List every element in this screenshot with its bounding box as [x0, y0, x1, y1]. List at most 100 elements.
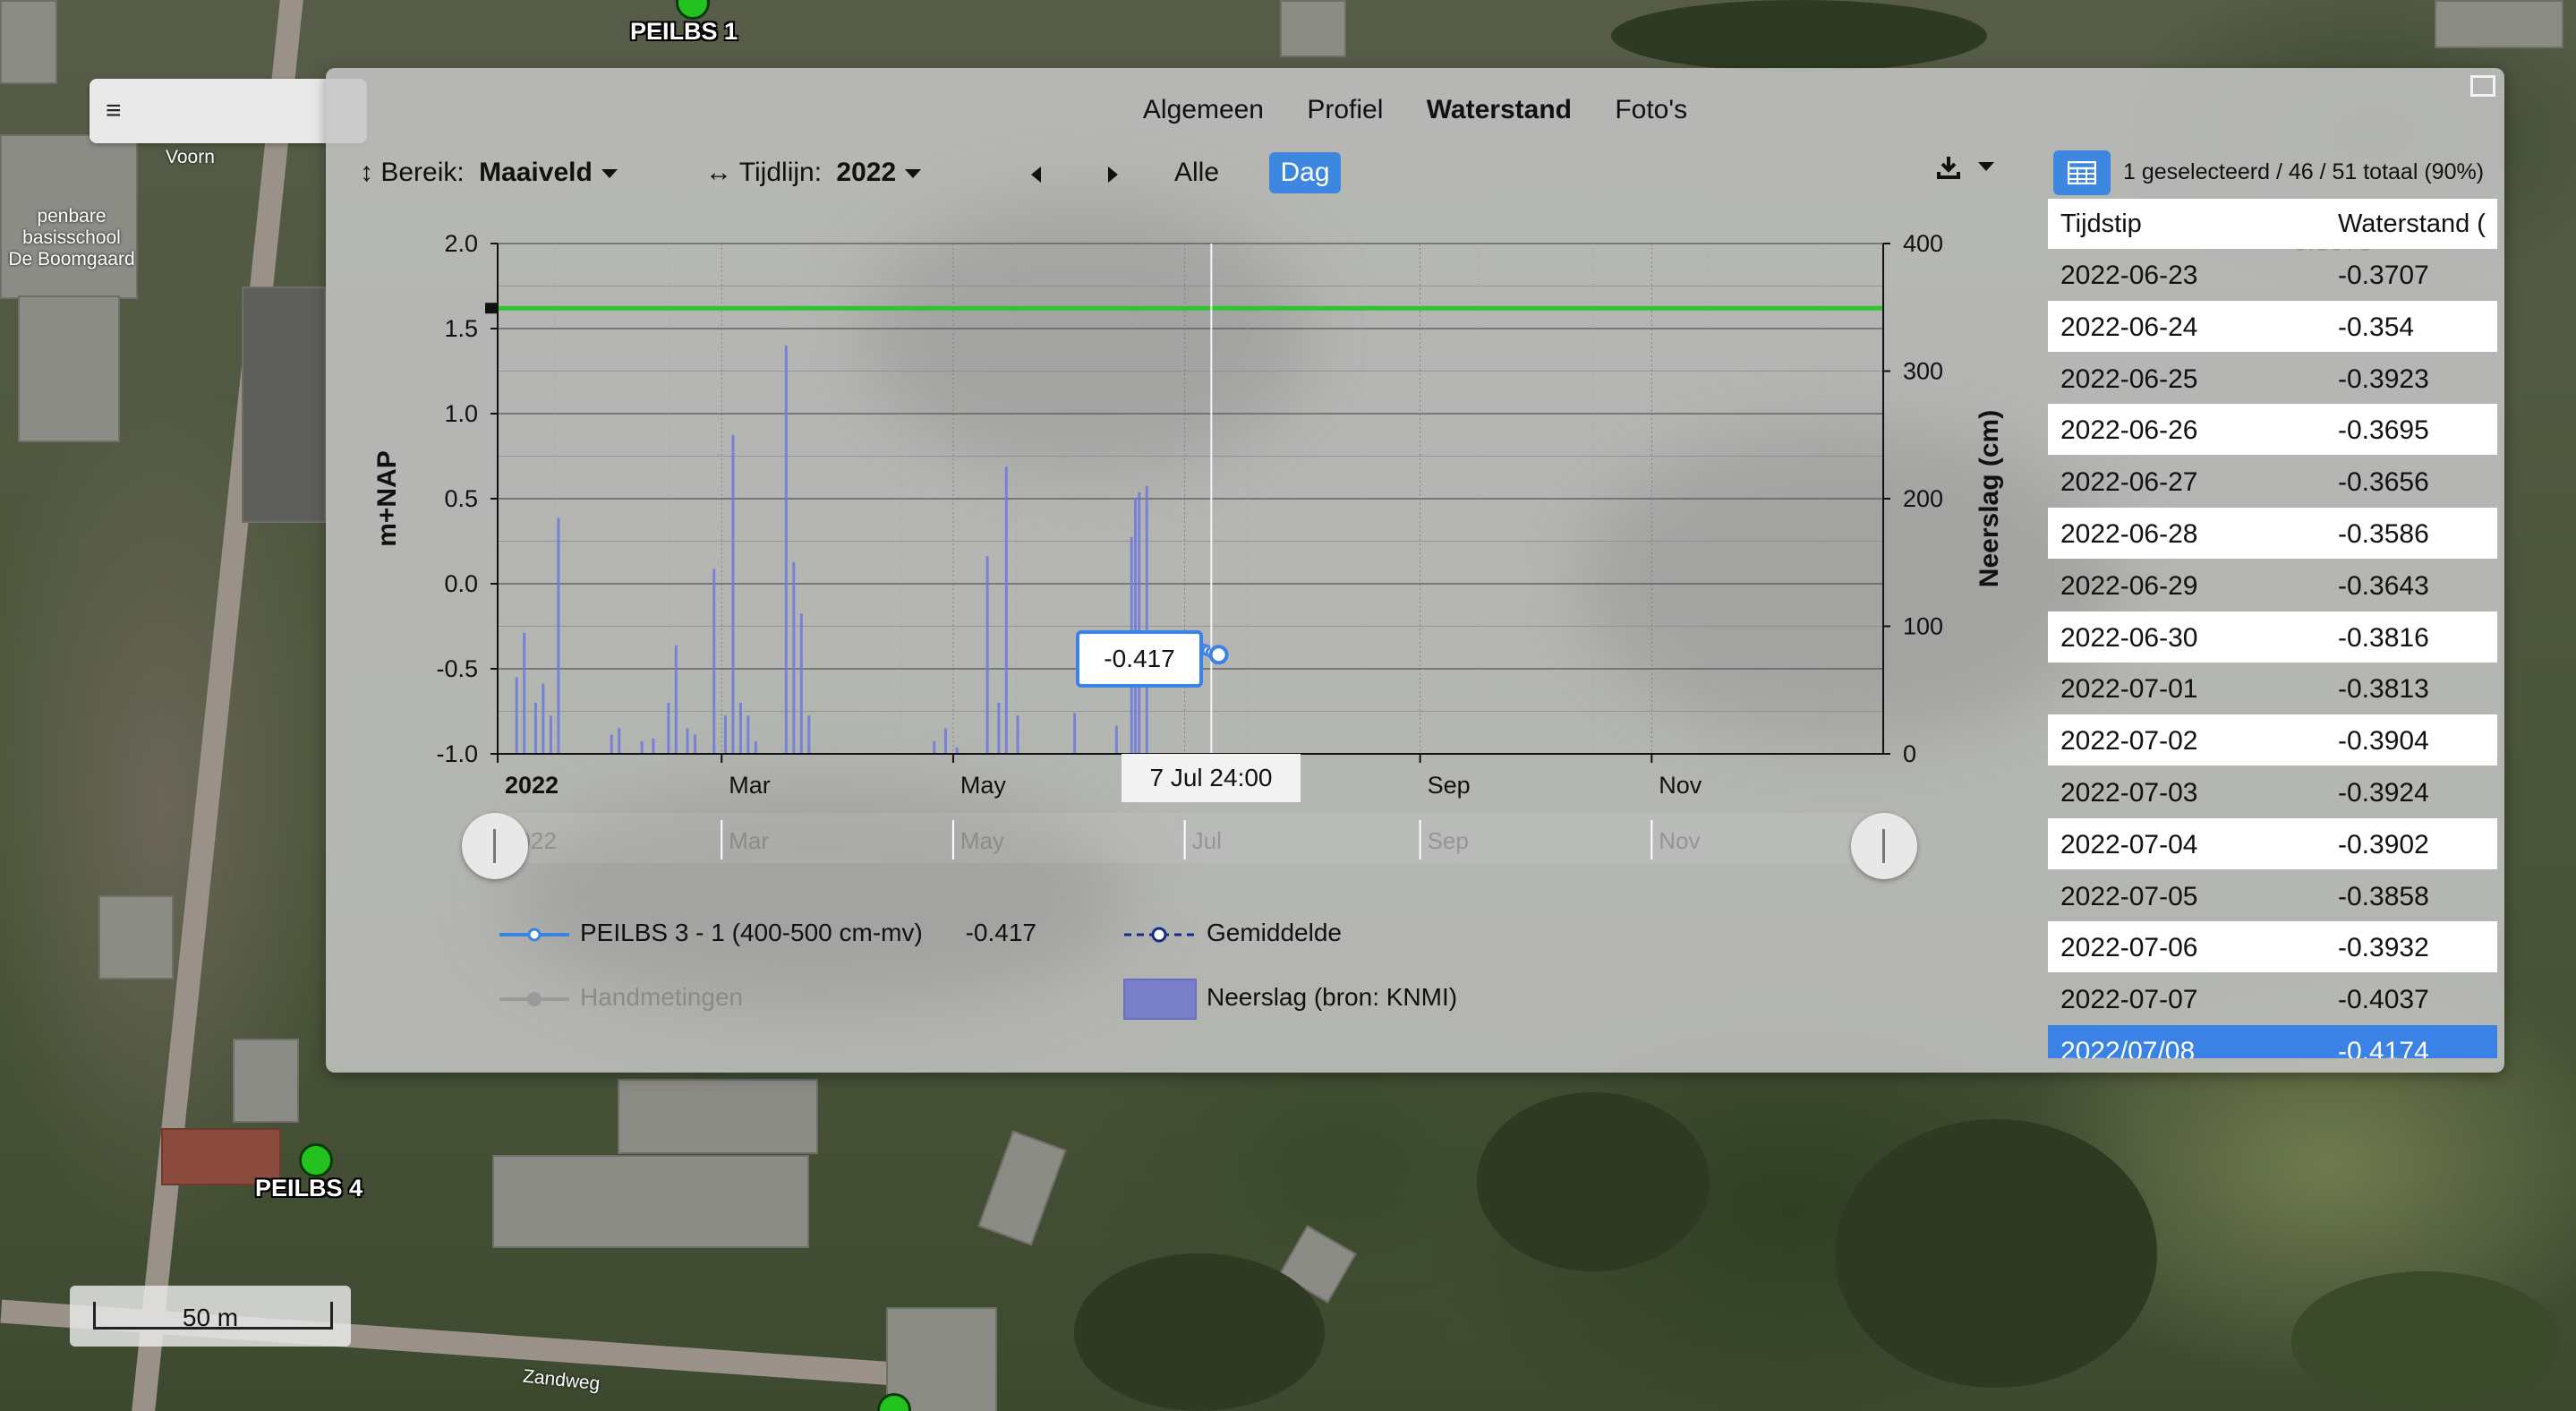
y-tick-label: 1.5 [444, 315, 478, 342]
building [18, 295, 120, 442]
table-row[interactable]: 2022-06-28 -0.3586 [2048, 508, 2497, 559]
table-cell-date: 2022-07-03 [2060, 778, 2198, 808]
precipitation-bar [523, 632, 526, 754]
table-row[interactable]: 2022-06-27 -0.3656 [2048, 456, 2497, 507]
tree [1611, 0, 1987, 72]
building [98, 895, 174, 979]
column-header-tijdstip[interactable]: Tijdstip [2060, 210, 2142, 239]
column-header-waterstand[interactable]: Waterstand ( [2338, 210, 2486, 239]
scale-bar: 50 m [70, 1286, 351, 1347]
tree [2291, 1271, 2560, 1411]
building [618, 1079, 818, 1154]
building [242, 286, 326, 523]
table-row[interactable]: 2022-06-26 -0.3695 [2048, 404, 2497, 456]
table-row[interactable]: 2022-07-02 -0.3904 [2048, 714, 2497, 766]
table-cell-date: 2022-07-02 [2060, 726, 2198, 757]
navigator-handle-left[interactable] [462, 813, 528, 879]
table-cell-date: 2022-07-04 [2060, 829, 2198, 859]
table-row[interactable]: 2022-07-04 -0.3902 [2048, 817, 2497, 869]
precipitation-bar [1145, 485, 1148, 754]
table-cell-date: 2022-06-29 [2060, 570, 2198, 601]
place-label-school: penbare basisschool De Boomgaard [0, 206, 143, 270]
table-cell-date: 2022-07-05 [2060, 881, 2198, 911]
y-tick-label: 0.5 [444, 485, 478, 512]
place-label-street: Voorn [166, 147, 215, 167]
table-row[interactable]: 2022-07-03 -0.3924 [2048, 766, 2497, 817]
y-axis-label: m+NAP [372, 450, 402, 547]
table-cell-value: -0.4174 [2338, 1037, 2429, 1058]
precipitation-bar [667, 703, 670, 754]
legend-series2[interactable]: Gemiddelde [1207, 919, 1342, 947]
precipitation-bar [652, 738, 655, 754]
precipitation-bar [784, 346, 788, 754]
building [1280, 0, 1346, 57]
table-cell-value: -0.3924 [2338, 778, 2429, 808]
table-cell-date: 2022-07-06 [2060, 933, 2198, 963]
table-cell-date: 2022-06-23 [2060, 261, 2198, 290]
tree [1477, 1092, 1710, 1271]
data-table[interactable]: 2022-06-22 -0.3673 Tijdstip Waterstand (… [2048, 199, 2497, 1058]
table-row[interactable]: 2022-07-06 -0.3932 [2048, 921, 2497, 973]
table-cell-date: 2022/07/08 [2060, 1037, 2196, 1058]
y-tick-label: -1.0 [436, 740, 478, 767]
legend-mark-series3-point [527, 992, 542, 1006]
precipitation-bar [738, 703, 742, 754]
precipitation-bar [955, 747, 959, 754]
table-cell-value: -0.3707 [2338, 261, 2429, 290]
precipitation-bar [712, 569, 716, 754]
precipitation-bar [985, 556, 989, 754]
y2-tick-label: 0 [1903, 740, 1916, 767]
building [492, 1155, 809, 1248]
table-row[interactable]: 2022-06-25 -0.3923 [2048, 353, 2497, 404]
navigator-handle-right[interactable] [1851, 813, 1917, 879]
navigator-label: May [960, 827, 1004, 854]
place-label-school-line2: De Boomgaard [8, 249, 135, 269]
precipitation-bar [533, 703, 537, 754]
precipitation-bar [933, 740, 936, 754]
table-row[interactable]: 2022-07-05 -0.3858 [2048, 870, 2497, 921]
x-tick-label: Sep [1428, 772, 1471, 799]
legend-series1-label: PEILBS 3 - 1 (400-500 cm-mv) [580, 919, 923, 946]
y2-axis-label: Neerslag (cm) [1975, 410, 2004, 587]
legend-series1[interactable]: PEILBS 3 - 1 (400-500 cm-mv) -0.417 [580, 919, 1036, 947]
precipitation-bar [1134, 499, 1138, 754]
table-cell-value: -0.3813 [2338, 674, 2429, 705]
table-row[interactable]: 2022-06-24 -0.354 [2048, 300, 2497, 352]
precipitation-bar [674, 645, 678, 754]
precipitation-bar [792, 562, 796, 754]
table-cell-value: -0.3932 [2338, 933, 2429, 963]
table-row[interactable]: 2022/07/08 -0.4174 [2048, 1025, 2497, 1058]
waterstand-point-active[interactable] [1208, 645, 1229, 665]
navigator-label: Nov [1659, 827, 1700, 854]
table-cell-value: -0.3656 [2338, 467, 2429, 498]
precipitation-bar [515, 677, 518, 754]
table-cell-value: -0.3904 [2338, 726, 2429, 757]
table-row[interactable]: 2022-07-01 -0.3813 [2048, 663, 2497, 714]
precipitation-bar [731, 434, 735, 754]
y-tick-label: 0.0 [444, 570, 478, 597]
table-cell-date: 2022-07-07 [2060, 985, 2198, 1015]
table-row[interactable]: 2022-06-30 -0.3816 [2048, 611, 2497, 663]
building [2435, 0, 2563, 48]
precipitation-bar [754, 740, 757, 754]
table-row[interactable]: 2022-07-07 -0.4037 [2048, 973, 2497, 1024]
legend-mark-series4 [1123, 979, 1197, 1020]
precipitation-bar [686, 728, 689, 754]
table-row[interactable]: 2022-06-29 -0.3643 [2048, 560, 2497, 611]
precipitation-bar [557, 517, 560, 754]
map-marker-peilbs-4[interactable] [299, 1143, 333, 1177]
precipitation-bar [549, 715, 552, 754]
legend-series4[interactable]: Neerslag (bron: KNMI) [1207, 983, 1457, 1012]
precipitation-bar [694, 734, 697, 754]
table-cell-date: 2022-06-27 [2060, 467, 2198, 498]
x-tick-label: Nov [1659, 772, 1702, 799]
precipitation-bar [618, 728, 621, 754]
precipitation-bar [799, 613, 803, 754]
legend-mark-series1-point [527, 928, 542, 942]
precipitation-bar [610, 734, 613, 754]
place-label-street: Zandweg [522, 1365, 601, 1395]
table-cell-date: 2022-06-30 [2060, 622, 2198, 653]
table-row[interactable]: 2022-06-23 -0.3707 [2048, 249, 2497, 300]
map-marker-peilbs-1[interactable] [676, 0, 710, 20]
legend-series3[interactable]: Handmetingen [580, 983, 743, 1012]
